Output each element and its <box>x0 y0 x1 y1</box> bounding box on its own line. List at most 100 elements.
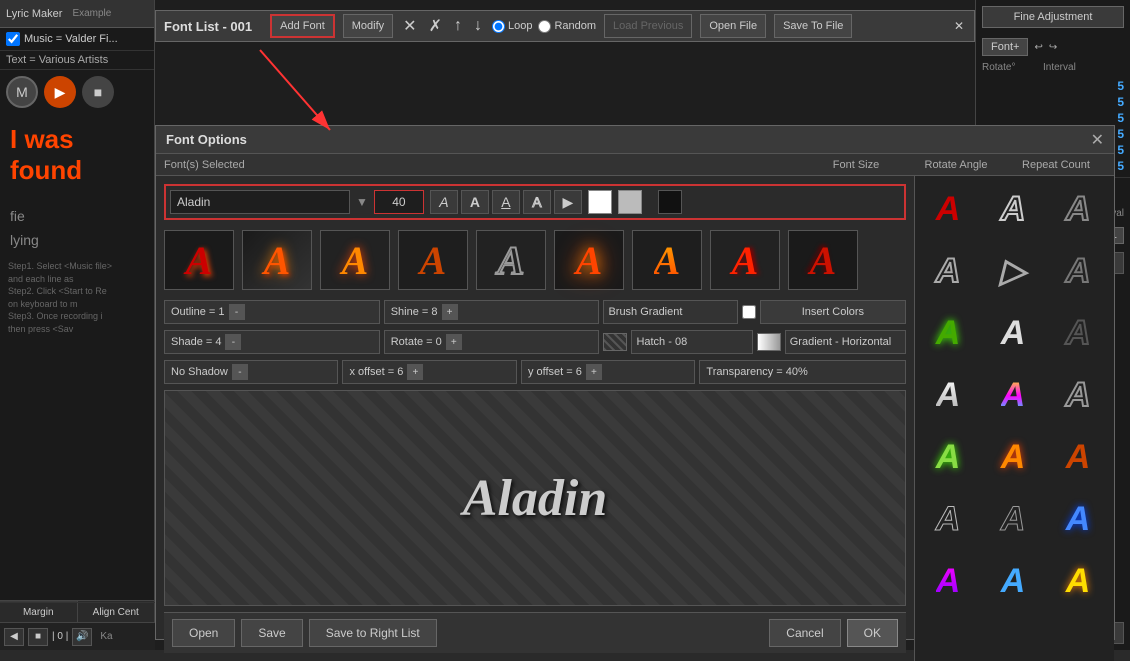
font-grid-item-10[interactable]: A <box>984 366 1042 424</box>
font-name-input[interactable] <box>170 190 350 214</box>
shine-plus-btn[interactable]: + <box>442 304 458 320</box>
rotate-plus-btn[interactable]: + <box>446 334 462 350</box>
transparency-field: Transparency = 40% <box>699 360 906 384</box>
font-grid-item-6[interactable]: A <box>919 304 977 362</box>
interval-label: Interval <box>1043 62 1096 73</box>
redo-icon[interactable]: ↪ <box>1049 42 1057 53</box>
xoffset-plus-btn[interactable]: + <box>407 364 423 380</box>
loop-radio-label[interactable]: Loop <box>492 20 532 33</box>
brush-gradient-checkbox[interactable] <box>742 305 756 319</box>
shade-minus-btn[interactable]: - <box>225 334 241 350</box>
ok-btn[interactable]: OK <box>847 619 898 647</box>
undo-icon[interactable]: ↩ <box>1034 42 1042 53</box>
font-size-input[interactable] <box>374 190 424 214</box>
font-grid-item-17[interactable]: A <box>1049 490 1107 548</box>
color-swatch-black[interactable] <box>658 190 682 214</box>
preview-item-1[interactable]: A <box>164 230 234 290</box>
font-grid-item-15[interactable]: A <box>919 490 977 548</box>
color-swatch-white[interactable] <box>588 190 612 214</box>
load-previous-btn[interactable]: Load Previous <box>604 14 692 38</box>
gradient-dropdown[interactable]: Gradient - Horizontal <box>785 330 906 354</box>
loop-radio-group: Loop Random <box>492 20 596 33</box>
font-grid-item-2[interactable]: A <box>1049 180 1107 238</box>
font-preview-row: A A A A A A <box>164 226 906 294</box>
preview-item-5[interactable]: A <box>476 230 546 290</box>
font-grid-item-7[interactable]: A <box>984 304 1042 362</box>
yoffset-plus-btn[interactable]: + <box>586 364 602 380</box>
style-a1-btn[interactable]: A <box>430 190 458 214</box>
brush-gradient-dropdown[interactable]: Brush Gradient <box>603 300 737 324</box>
fine-adjustment-btn[interactable]: Fine Adjustment <box>982 6 1124 28</box>
shadow-minus-btn[interactable]: - <box>232 364 248 380</box>
font-list-title: Font List - 001 <box>164 19 252 34</box>
lyric-line2-area: fie lying <box>0 204 154 252</box>
dropdown-arrow-icon[interactable]: ▼ <box>356 195 368 209</box>
preview-item-4[interactable]: A <box>398 230 468 290</box>
font-list-bar: Font List - 001 Add Font Modify ✕ ✗ ↑ ↓ … <box>155 10 975 42</box>
play-button[interactable]: ▶ <box>44 76 76 108</box>
modify-btn[interactable]: Modify <box>343 14 393 38</box>
font-grid-item-14[interactable]: A <box>1049 428 1107 486</box>
font-grid-item-5[interactable]: A <box>1049 242 1107 300</box>
save-right-list-btn[interactable]: Save to Right List <box>309 619 437 647</box>
tab-align[interactable]: Align Cent <box>78 603 156 622</box>
font-grid-item-18[interactable]: A <box>919 552 977 610</box>
random-radio-label[interactable]: Random <box>538 20 596 33</box>
preview-item-2[interactable]: A <box>242 230 312 290</box>
preview-item-8[interactable]: A <box>710 230 780 290</box>
font-grid-item-16[interactable]: A <box>984 490 1042 548</box>
example-tab[interactable]: Example <box>72 8 111 19</box>
add-font-btn[interactable]: Add Font <box>270 14 335 38</box>
style-a4-btn[interactable]: A <box>523 190 551 214</box>
preview-item-7[interactable]: A <box>632 230 702 290</box>
font-grid-item-8[interactable]: A <box>1049 304 1107 362</box>
outline-minus-btn[interactable]: - <box>229 304 245 320</box>
tab-margin[interactable]: Margin <box>0 603 78 622</box>
cross-x-btn[interactable]: ✗ <box>429 16 442 36</box>
repeat-count-header: Repeat Count <box>1006 159 1106 171</box>
style-a3-btn[interactable]: A <box>492 190 520 214</box>
insert-colors-btn[interactable]: Insert Colors <box>760 300 906 324</box>
font-grid-item-12[interactable]: A <box>919 428 977 486</box>
font-options-content: ▼ A A A A ▶ A <box>156 176 1114 661</box>
save-font-btn[interactable]: Save <box>241 619 302 647</box>
color-swatch-lgray[interactable] <box>618 190 642 214</box>
font-grid-item-19[interactable]: A <box>984 552 1042 610</box>
font-grid-item-11[interactable]: A <box>1049 366 1107 424</box>
font-grid-item-20[interactable]: A <box>1049 552 1107 610</box>
hatch-dropdown[interactable]: Hatch - 08 <box>631 330 752 354</box>
cancel-btn[interactable]: Cancel <box>769 619 840 647</box>
dialog-close-btn[interactable]: ✕ <box>1091 130 1104 150</box>
arrow-down-btn[interactable]: ↓ <box>474 17 482 35</box>
loop-radio[interactable] <box>492 20 505 33</box>
close-icon[interactable]: ✕ <box>954 19 964 33</box>
font-grid-item-1[interactable]: A <box>984 180 1042 238</box>
font-grid-item-0[interactable]: A <box>919 180 977 238</box>
music-checkbox[interactable] <box>6 32 20 46</box>
cross-btn[interactable]: ✕ <box>403 16 416 36</box>
m-button[interactable]: M <box>6 76 38 108</box>
font-grid-item-3[interactable]: A <box>919 242 977 300</box>
stop-button[interactable]: ■ <box>82 76 114 108</box>
style-a2-btn[interactable]: A <box>461 190 489 214</box>
font-grid-item-9[interactable]: A <box>919 366 977 424</box>
font-style-buttons: A A A A ▶ <box>430 190 582 214</box>
open-btn[interactable]: Open <box>172 619 235 647</box>
preview-item-3[interactable]: A <box>320 230 390 290</box>
font-grid-item-4[interactable]: ▷ <box>984 242 1042 300</box>
prev-btn[interactable]: ◀ <box>4 628 24 646</box>
random-radio[interactable] <box>538 20 551 33</box>
stop-small-btn[interactable]: ■ <box>28 628 48 646</box>
save-to-file-btn[interactable]: Save To File <box>774 14 852 38</box>
preview-item-6[interactable]: A <box>554 230 624 290</box>
open-file-btn[interactable]: Open File <box>700 14 766 38</box>
preview-item-9[interactable]: A <box>788 230 858 290</box>
rotate-label: Rotate° <box>982 62 1035 73</box>
volume-btn[interactable]: 🔊 <box>72 628 92 646</box>
style-arrow-btn[interactable]: ▶ <box>554 190 582 214</box>
arrow-up-btn[interactable]: ↑ <box>454 17 462 35</box>
transparency-label: Transparency = 40% <box>706 366 807 378</box>
font-plus-btn[interactable]: Font+ <box>982 38 1028 56</box>
font-grid-item-13[interactable]: A <box>984 428 1042 486</box>
interval-val-4: 5 <box>1117 127 1124 141</box>
